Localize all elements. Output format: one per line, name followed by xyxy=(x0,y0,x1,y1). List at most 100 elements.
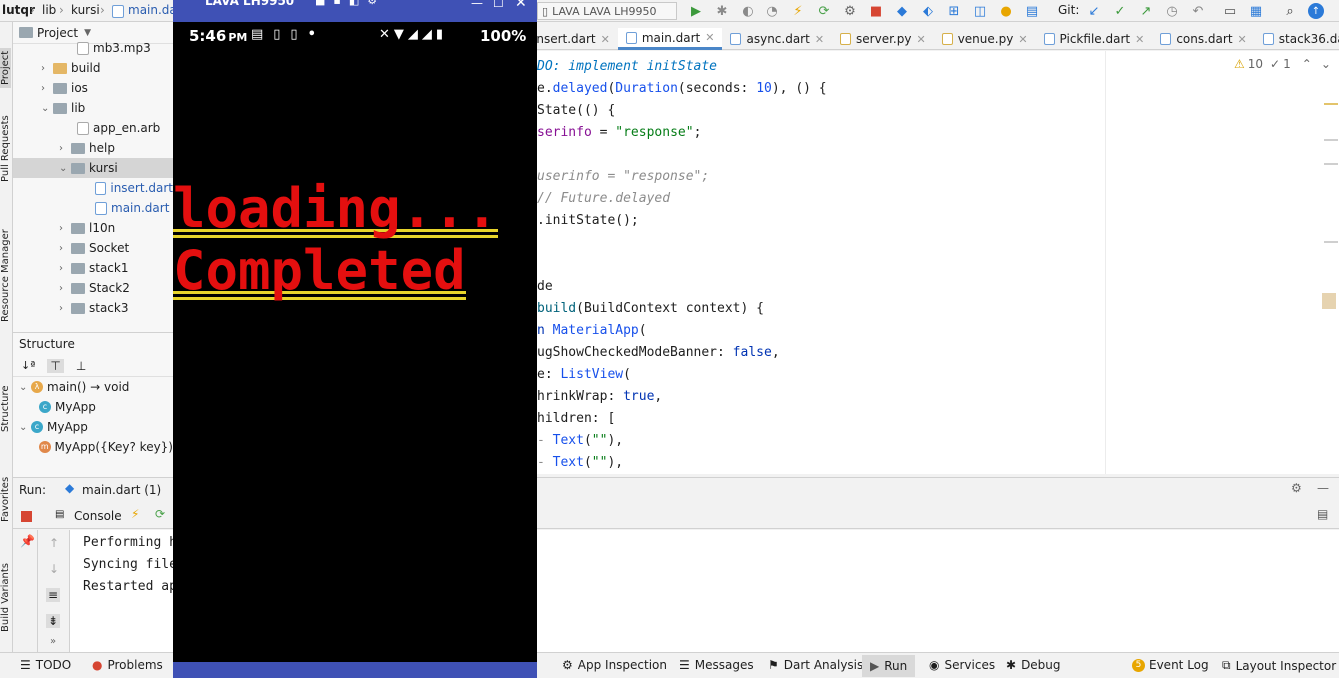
show-fields-icon[interactable]: ⊥ xyxy=(76,359,86,373)
stripe-project[interactable]: Project xyxy=(0,47,11,88)
project-tree-item[interactable]: mb3.mp3 xyxy=(13,38,173,58)
maximize-icon[interactable]: ☐ xyxy=(493,0,504,10)
avd-manager-icon[interactable]: ◫ xyxy=(972,3,988,19)
project-tree-item[interactable]: › stack3 xyxy=(13,298,173,318)
stop-icon[interactable]: ■ xyxy=(868,3,884,19)
close-icon[interactable]: ✕ xyxy=(705,31,714,44)
device-selector[interactable]: ▯ LAVA LAVA LH9950 xyxy=(537,2,677,20)
project-tree-item[interactable]: › Socket xyxy=(13,238,173,258)
editor-tab[interactable]: stack36.dart✕ xyxy=(1255,28,1339,50)
structure-item[interactable]: ⌄ c MyApp xyxy=(13,417,173,437)
project-tree-item[interactable]: › build xyxy=(13,58,173,78)
emulator-toolbar-icons[interactable]: ■▪◧⚙ xyxy=(315,0,385,7)
editor-tab[interactable]: async.dart ✕ xyxy=(722,28,832,50)
close-icon[interactable]: ✕ xyxy=(1018,33,1027,46)
git-update-icon[interactable]: ↙ xyxy=(1086,3,1102,19)
chevron-right-icon[interactable]: › xyxy=(59,263,71,274)
editor-tab[interactable]: insert.dart ✕ xyxy=(525,28,618,50)
run-icon[interactable]: ▶ xyxy=(688,3,704,19)
problems-tool[interactable]: ● Problems xyxy=(92,658,163,672)
update-icon[interactable]: ↑ xyxy=(1308,3,1324,19)
minimize-icon[interactable]: — xyxy=(1317,481,1329,495)
scroll-end-icon[interactable]: ⇟ xyxy=(46,614,61,628)
project-tree-item[interactable]: › Stack2 xyxy=(13,278,173,298)
scroll-thumb[interactable] xyxy=(1322,293,1336,309)
rollback-icon[interactable]: ↶ xyxy=(1190,3,1206,19)
layout-icon[interactable]: ▤ xyxy=(1317,507,1328,521)
project-tree-item[interactable]: app_en.arb xyxy=(13,118,173,138)
sdk-manager-icon[interactable]: ● xyxy=(998,3,1014,19)
git-commit-icon[interactable]: ✓ xyxy=(1112,3,1128,19)
stripe-pull-requests[interactable]: Pull Requests xyxy=(0,115,11,182)
chevron-up-icon[interactable]: ⌃ xyxy=(1302,57,1312,71)
close-icon[interactable]: ✕ xyxy=(515,0,527,11)
editor-tab[interactable]: cons.dart ✕ xyxy=(1152,28,1254,50)
gear-icon[interactable]: ⚙ xyxy=(1291,481,1302,495)
messages-tool[interactable]: ☰ Messages xyxy=(679,658,754,672)
project-tree-item[interactable]: ⌄ lib xyxy=(13,98,173,118)
structure-item[interactable]: ⌄ λ main() → void xyxy=(13,377,173,397)
project-tree-item[interactable]: main.dart xyxy=(13,198,173,218)
close-icon[interactable]: ✕ xyxy=(601,33,610,46)
layout-inspector-tool[interactable]: ⧉ Layout Inspector xyxy=(1222,658,1336,673)
show-inherited-icon[interactable]: ⊤ xyxy=(47,358,64,373)
hot-restart-icon[interactable]: ⟳ xyxy=(816,3,832,19)
flutter-inspector-icon[interactable]: ◆ xyxy=(894,3,910,19)
debug-tool[interactable]: ✱ Debug xyxy=(1006,658,1061,672)
chevron-down-icon[interactable]: ⌄ xyxy=(19,382,31,393)
breadcrumb-lib[interactable]: lib xyxy=(42,3,56,17)
editor-tab[interactable]: server.py ✕ xyxy=(832,28,934,50)
editor-tab[interactable]: main.dart ✕ xyxy=(617,28,723,50)
project-tree-item[interactable]: › ios xyxy=(13,78,173,98)
device-file-icon[interactable]: ▤ xyxy=(1024,3,1040,19)
chevron-down-icon[interactable]: ⌄ xyxy=(59,163,71,174)
chevron-right-icon[interactable]: › xyxy=(59,303,71,314)
stripe-resource-manager[interactable]: Resource Manager xyxy=(0,229,11,322)
close-icon[interactable]: ✕ xyxy=(1135,33,1144,46)
minimize-icon[interactable]: — xyxy=(471,0,483,10)
profile-icon[interactable]: ◔ xyxy=(764,3,780,19)
coverage-icon[interactable]: ◐ xyxy=(740,3,756,19)
soft-wrap-icon[interactable]: ≡ xyxy=(46,588,61,602)
project-tree-item[interactable]: › stack1 xyxy=(13,258,173,278)
editor-tab[interactable]: venue.py ✕ xyxy=(934,28,1036,50)
chevron-right-icon[interactable]: › xyxy=(59,243,71,254)
project-tree-item[interactable]: › help xyxy=(13,138,173,158)
event-log-tool[interactable]: 5 Event Log xyxy=(1132,658,1209,672)
code-editor[interactable]: DO: implement initState e.delayed(Duratio… xyxy=(537,51,1105,474)
hot-reload-icon[interactable]: ⚡ xyxy=(131,507,139,521)
arrow-up-icon[interactable]: ↑ xyxy=(49,536,59,550)
sort-alpha-icon[interactable]: ↓ª xyxy=(21,359,35,372)
chevron-right-icon[interactable]: › xyxy=(41,63,53,74)
chevron-right-icon[interactable]: › xyxy=(59,283,71,294)
hot-restart-icon[interactable]: ⟳ xyxy=(155,507,165,521)
close-icon[interactable]: ✕ xyxy=(1238,33,1247,46)
attach-debugger-icon[interactable]: ⚙ xyxy=(842,3,858,19)
close-icon[interactable]: ✕ xyxy=(916,33,925,46)
hot-reload-icon[interactable]: ⚡ xyxy=(790,3,806,19)
arrow-down-icon[interactable]: ↓ xyxy=(49,562,59,576)
chevron-down-icon[interactable]: ⌄ xyxy=(19,422,31,433)
inspection-widget[interactable]: ⚠ 10 ✓ 1 ⌃ ⌄ xyxy=(1234,57,1331,71)
structure-item[interactable]: m MyApp({Key? key}) xyxy=(13,437,173,457)
debug-icon[interactable]: ✱ xyxy=(714,3,730,19)
run-config-tab[interactable]: main.dart (1) xyxy=(82,483,161,497)
todo-tool[interactable]: ☰ TODO xyxy=(20,658,71,672)
chevron-right-icon[interactable]: › xyxy=(59,223,71,234)
search-icon[interactable]: ⌕ xyxy=(1282,3,1298,19)
console-tab[interactable]: Console xyxy=(74,509,122,523)
project-structure-icon[interactable]: ▦ xyxy=(1248,3,1264,19)
flutter-icon[interactable]: ⬖ xyxy=(920,3,936,19)
services-tool[interactable]: ◉ Services xyxy=(929,658,995,672)
git-history-icon[interactable]: ◷ xyxy=(1164,3,1180,19)
project-tree-item[interactable]: insert.dart xyxy=(13,178,173,198)
stop-icon[interactable] xyxy=(21,511,32,522)
chevron-down-icon[interactable]: ⌄ xyxy=(41,103,53,114)
pin-icon[interactable]: 📌 xyxy=(20,534,35,548)
editor-tab[interactable]: Pickfile.dart ✕ xyxy=(1036,28,1153,50)
stripe-favorites[interactable]: Favorites xyxy=(0,477,11,522)
app-inspection-tool[interactable]: ⚙ App Inspection xyxy=(562,658,667,672)
more-icon[interactable]: » xyxy=(50,636,56,647)
git-push-icon[interactable]: ↗ xyxy=(1138,3,1154,19)
close-icon[interactable]: ✕ xyxy=(815,33,824,46)
